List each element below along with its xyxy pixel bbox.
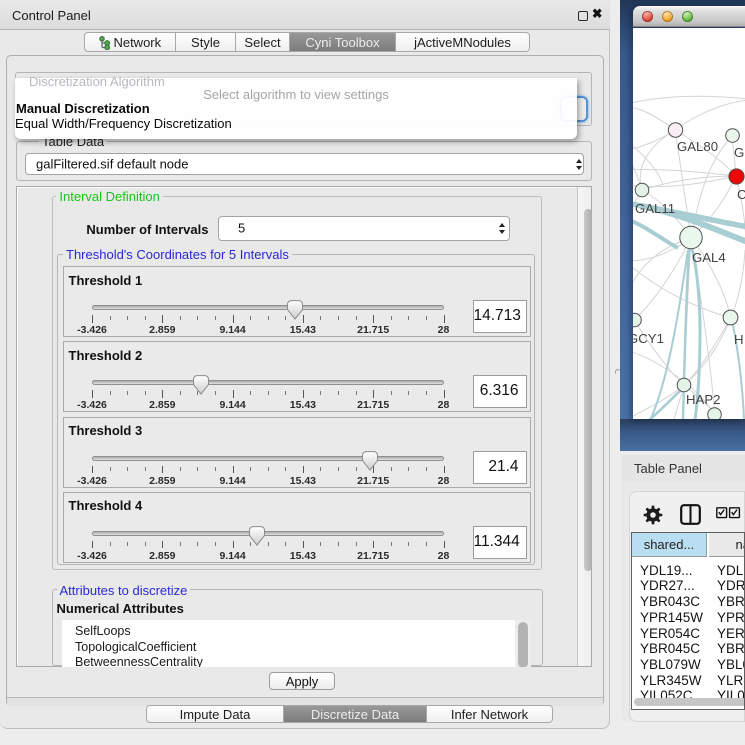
svg-text:G.: G. bbox=[734, 145, 745, 160]
svg-text:GAL80: GAL80 bbox=[677, 139, 718, 154]
svg-text:C: C bbox=[737, 187, 745, 202]
svg-text:H: H bbox=[734, 332, 744, 347]
svg-text:HAP2: HAP2 bbox=[686, 392, 720, 407]
svg-text:GAL11: GAL11 bbox=[635, 201, 675, 216]
svg-text:GCY1: GCY1 bbox=[633, 331, 664, 346]
svg-text:GAL4: GAL4 bbox=[692, 250, 726, 265]
